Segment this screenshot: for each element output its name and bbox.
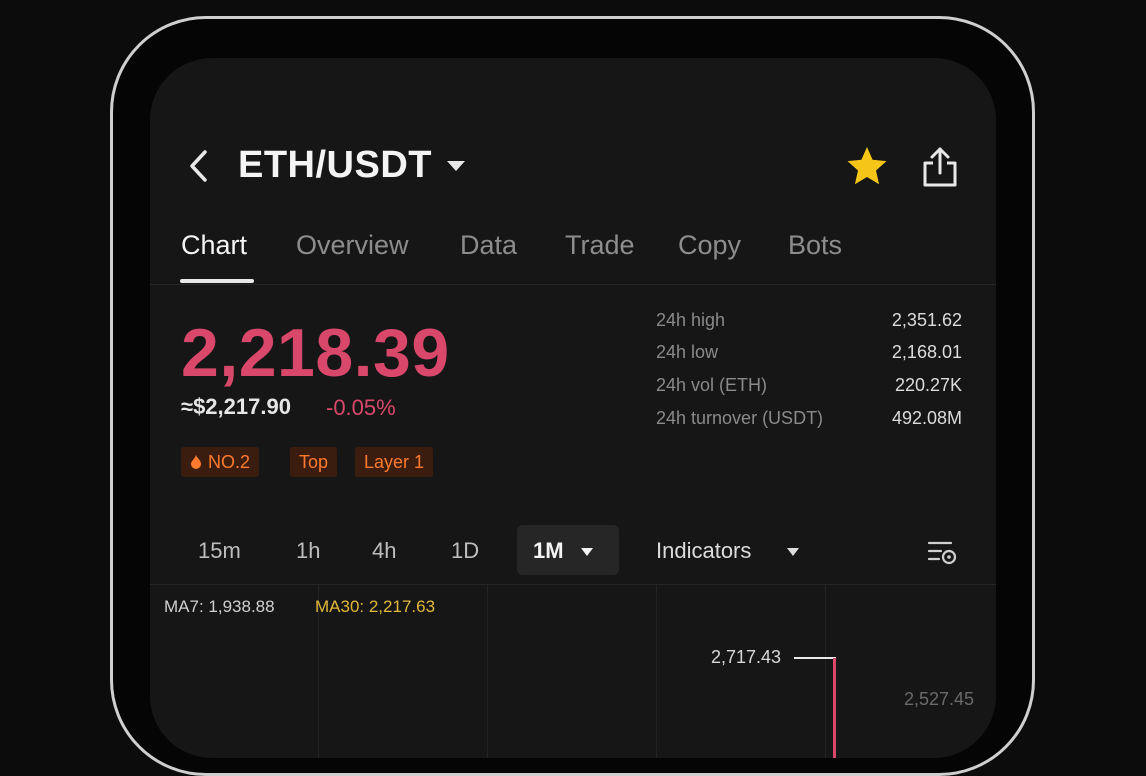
last-price: 2,218.39 xyxy=(181,315,450,391)
tab-data[interactable]: Data xyxy=(460,230,517,261)
tab-chart[interactable]: Chart xyxy=(181,230,247,261)
stat-value-high: 2,351.62 xyxy=(891,310,962,330)
stat-label-low: 24h low xyxy=(656,342,719,362)
chart-gridline xyxy=(487,585,488,758)
stat-value-volume: 220.27K xyxy=(894,375,962,395)
chart-settings-icon[interactable] xyxy=(926,538,958,566)
rank-tag[interactable]: NO.2 xyxy=(181,447,260,477)
high-price-pointer xyxy=(794,657,836,659)
tab-trade[interactable]: Trade xyxy=(565,230,635,261)
timeframe-1d[interactable]: 1D xyxy=(451,538,479,564)
chevron-left-icon[interactable] xyxy=(185,146,213,186)
stat-label-volume: 24h vol (ETH) xyxy=(656,375,768,395)
candle-wick xyxy=(833,658,836,758)
ma30-readout: MA30: 2,217.63 xyxy=(315,597,436,616)
caret-down-icon xyxy=(787,548,799,556)
ma7-readout: MA7: 1,938.88 xyxy=(164,597,275,616)
tab-copy[interactable]: Copy xyxy=(678,230,741,261)
stat-label-turnover: 24h turnover (USDT) xyxy=(656,408,824,428)
high-price-marker: 2,717.43 xyxy=(711,647,782,667)
top-tag[interactable]: Top xyxy=(290,447,338,477)
price-axis-label: 2,527.45 xyxy=(904,689,975,709)
chart-gridline xyxy=(656,585,657,758)
stat-label-high: 24h high xyxy=(656,310,726,330)
caret-down-icon[interactable] xyxy=(446,159,466,173)
share-icon[interactable] xyxy=(921,146,959,188)
stat-value-turnover: 492.08M xyxy=(891,408,962,428)
active-tab-indicator xyxy=(180,279,254,283)
tabs-divider xyxy=(150,284,996,285)
layer1-tag[interactable]: Layer 1 xyxy=(355,447,434,477)
approx-usd-price: ≈$2,217.90 xyxy=(181,394,291,419)
timeframe-selected[interactable]: 1M xyxy=(533,538,564,564)
pair-title[interactable]: ETH/USDT xyxy=(238,144,432,187)
chart-gridline xyxy=(825,585,826,758)
caret-down-icon xyxy=(581,548,593,556)
rank-tag-label: NO.2 xyxy=(208,452,251,472)
timeframe-4h[interactable]: 4h xyxy=(372,538,396,564)
price-change-percent: -0.05% xyxy=(326,395,396,420)
flame-icon xyxy=(191,455,201,469)
chart-divider xyxy=(150,584,996,585)
app-screen: ETH/USDT Chart Overview Data Trade Copy … xyxy=(150,58,996,758)
indicators-button[interactable]: Indicators xyxy=(656,538,751,564)
star-icon[interactable] xyxy=(846,145,888,187)
stat-value-low: 2,168.01 xyxy=(891,342,962,362)
timeframe-15m[interactable]: 15m xyxy=(198,538,241,564)
tab-overview[interactable]: Overview xyxy=(296,230,409,261)
timeframe-1h[interactable]: 1h xyxy=(296,538,320,564)
tab-bots[interactable]: Bots xyxy=(788,230,842,261)
